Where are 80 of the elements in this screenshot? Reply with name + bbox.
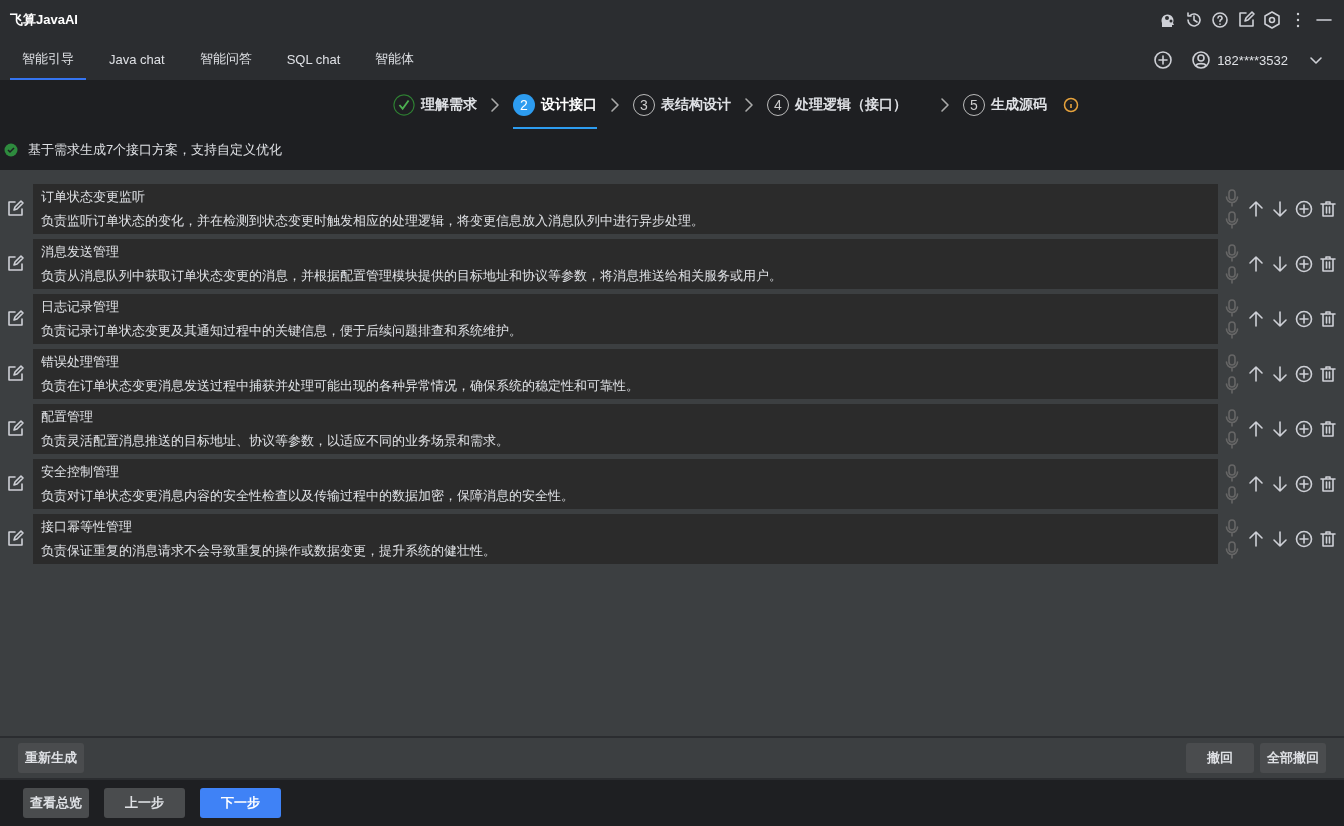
- arrow-up-icon[interactable]: [1246, 199, 1266, 219]
- step[interactable]: 3 表结构设计: [633, 81, 731, 129]
- interface-title: 订单状态变更监听: [41, 188, 146, 206]
- interface-description: 负责从消息队列中获取订单状态变更的消息，并根据配置管理模块提供的目标地址和协议等参数，将消息推送给相关服务或用户。: [41, 267, 783, 285]
- edit-icon[interactable]: [5, 199, 25, 219]
- interface-description: 负责灵活配置消息推送的目标地址、协议等参数，以适应不同的业务场景和需求。: [41, 432, 510, 450]
- interface-description: 负责监听订单状态的变化，并在检测到状态变更时触发相应的处理逻辑，将变更信息放入消息队列中进行异步处理。: [41, 212, 705, 230]
- add-icon[interactable]: [1153, 50, 1174, 70]
- add-icon[interactable]: [1294, 474, 1314, 494]
- interface-description: 负责保证重复的消息请求不会导致重复的操作或数据变更，提升系统的健壮性。: [41, 542, 497, 560]
- tab[interactable]: 智能问答: [187, 40, 264, 80]
- arrow-up-icon[interactable]: [1246, 529, 1266, 549]
- edit-icon[interactable]: [5, 309, 25, 329]
- interface-title: 安全控制管理: [41, 463, 120, 481]
- arrow-up-icon[interactable]: [1246, 309, 1266, 329]
- step-label: 处理逻辑（接口）: [795, 96, 907, 114]
- info-icon[interactable]: [1061, 95, 1081, 115]
- edit-icon[interactable]: [5, 529, 25, 549]
- add-icon[interactable]: [1294, 529, 1314, 549]
- add-icon[interactable]: [1294, 419, 1314, 439]
- undo-button[interactable]: 撤回: [1186, 743, 1254, 773]
- interface-title: 接口幂等性管理: [41, 518, 133, 536]
- arrow-down-icon[interactable]: [1270, 364, 1290, 384]
- settings-icon[interactable]: [1262, 10, 1282, 30]
- regenerate-button[interactable]: 重新生成: [18, 743, 84, 773]
- help-icon[interactable]: [1210, 10, 1230, 30]
- interface-title: 消息发送管理: [41, 243, 120, 261]
- add-icon[interactable]: [1294, 309, 1314, 329]
- arrow-up-icon[interactable]: [1246, 419, 1266, 439]
- interface-title: 配置管理: [41, 408, 94, 426]
- interface-title: 日志记录管理: [41, 298, 120, 316]
- arrow-up-icon[interactable]: [1246, 474, 1266, 494]
- arrow-down-icon[interactable]: [1270, 529, 1290, 549]
- trash-icon[interactable]: [1318, 199, 1338, 219]
- arrow-down-icon[interactable]: [1270, 199, 1290, 219]
- step-number: 2: [513, 94, 535, 116]
- step[interactable]: 理解需求: [393, 81, 477, 129]
- arrow-up-icon[interactable]: [1246, 364, 1266, 384]
- arrow-down-icon[interactable]: [1270, 254, 1290, 274]
- user-name[interactable]: 182****3532: [1217, 52, 1288, 68]
- edit-icon[interactable]: [5, 254, 25, 274]
- tab[interactable]: 智能体: [363, 40, 427, 80]
- step-label: 生成源码: [991, 96, 1047, 114]
- interface-description: 负责对订单状态变更消息内容的安全性检查以及传输过程中的数据加密，保障消息的安全性。: [41, 487, 575, 505]
- previous-button[interactable]: 上一步: [104, 788, 185, 818]
- add-icon[interactable]: [1294, 199, 1314, 219]
- status-message: 基于需求生成7个接口方案，支持自定义优化: [28, 141, 283, 159]
- step-label: 表结构设计: [661, 96, 731, 114]
- add-icon[interactable]: [1294, 254, 1314, 274]
- arrow-down-icon[interactable]: [1270, 474, 1290, 494]
- undo-all-button[interactable]: 全部撤回: [1260, 743, 1326, 773]
- edit-icon[interactable]: [5, 474, 25, 494]
- step-label: 理解需求: [421, 96, 477, 114]
- trash-icon[interactable]: [1318, 254, 1338, 274]
- edit-icon[interactable]: [5, 419, 25, 439]
- step[interactable]: 4 处理逻辑（接口）: [767, 81, 927, 129]
- arrow-down-icon[interactable]: [1270, 419, 1290, 439]
- trash-icon[interactable]: [1318, 309, 1338, 329]
- window-title: 飞算JavaAI: [10, 11, 78, 29]
- tab[interactable]: SQL chat: [274, 40, 353, 80]
- trash-icon[interactable]: [1318, 529, 1338, 549]
- add-icon[interactable]: [1294, 364, 1314, 384]
- trash-icon[interactable]: [1318, 419, 1338, 439]
- next-button[interactable]: 下一步: [200, 788, 281, 818]
- overview-button[interactable]: 查看总览: [23, 788, 89, 818]
- trash-icon[interactable]: [1318, 364, 1338, 384]
- arrow-down-icon[interactable]: [1270, 309, 1290, 329]
- tab[interactable]: Java chat: [97, 40, 177, 80]
- arrow-up-icon[interactable]: [1246, 254, 1266, 274]
- interface-title: 错误处理管理: [41, 353, 120, 371]
- trash-icon[interactable]: [1318, 474, 1338, 494]
- edit-icon[interactable]: [5, 364, 25, 384]
- success-icon: [4, 143, 18, 157]
- history-icon[interactable]: [1184, 10, 1204, 30]
- interface-description: 负责记录订单状态变更及其通知过程中的关键信息，便于后续问题排查和系统维护。: [41, 322, 523, 340]
- step[interactable]: 5 生成源码: [963, 81, 1047, 129]
- step-label: 设计接口: [541, 96, 597, 114]
- edit-icon[interactable]: [1236, 10, 1256, 30]
- user-icon[interactable]: [1191, 50, 1212, 70]
- interface-description: 负责在订单状态变更消息发送过程中捕获并处理可能出现的各种异常情况，确保系统的稳定性和可靠性。: [41, 377, 640, 395]
